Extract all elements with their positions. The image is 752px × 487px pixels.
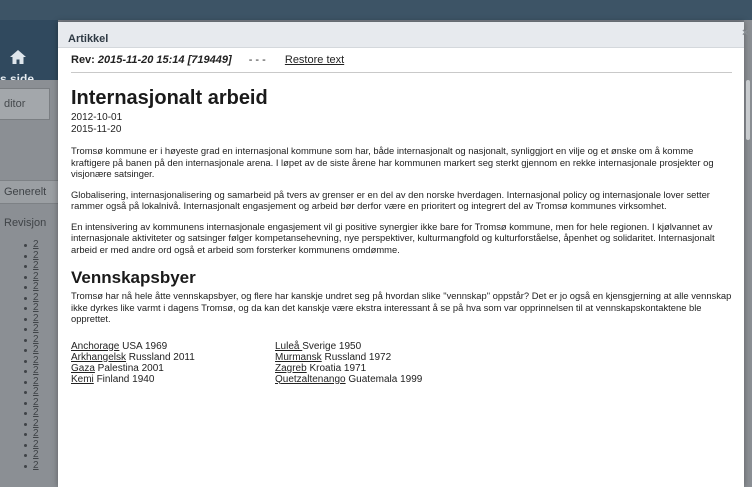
revision-item[interactable]: 2 [24,407,39,419]
revision-item[interactable]: 2 [24,449,39,461]
city-entry: Gaza Palestina 2001 [71,363,275,374]
revision-info: Rev: 2015-11-20 15:14 [719449] - - - Res… [71,48,732,73]
city-info: Finland 1940 [93,373,155,385]
section-paragraph: Tromsø har nå hele åtte vennskapsbyer, o… [71,290,732,324]
sister-cities-right: Luleå Sverige 1950 Murmansk Russland 197… [275,341,479,385]
revision-item[interactable]: 2 [24,365,39,377]
article-paragraph: Tromsø kommune er i høyeste grad en inte… [71,145,714,179]
city-info: Russland 1972 [321,351,392,363]
city-link[interactable]: Luleå [275,341,302,352]
close-icon[interactable]: × [742,27,752,41]
tab-editor[interactable]: ditor [0,88,50,120]
city-info: Kroatia 1971 [306,362,367,374]
article-paragraph: Globalisering, internasjonalisering og s… [71,188,710,212]
restore-text-link[interactable]: Restore text [285,54,344,66]
section-title: Vennskapsbyer [71,268,196,287]
city-link[interactable]: Zagreb [275,363,307,374]
city-link[interactable]: Quetzaltenango [275,374,346,385]
city-link[interactable]: Gaza [71,363,95,374]
revision-value: 2015-11-20 15:14 [719449] [97,54,232,66]
revision-item[interactable]: 2 [24,302,39,314]
revision-item[interactable]: 2 [24,386,39,398]
revision-item[interactable]: 2 [24,323,39,335]
date-updated: 2015-11-20 [71,124,122,135]
article-modal: Artikkel Rev: 2015-11-20 15:14 [719449] … [58,22,744,487]
revision-item[interactable]: 2 [24,239,39,251]
sister-cities: Anchorage USA 1969 Arkhangelsk Russland … [71,341,732,385]
city-link[interactable]: Arkhangelsk [71,352,126,363]
date-created: 2012-10-01 [71,112,123,123]
article-title: Internasjonalt arbeid [71,87,268,109]
sister-cities-left: Anchorage USA 1969 Arkhangelsk Russland … [71,341,275,385]
city-entry: Murmansk Russland 1972 [275,352,479,363]
revision-item[interactable]: 2 [24,260,39,272]
city-link[interactable]: Kemi [71,374,94,385]
city-entry: Zagreb Kroatia 1971 [275,363,479,374]
modal-body: Rev: 2015-11-20 15:14 [719449] - - - Res… [58,48,744,385]
city-info: Sverige 1950 [302,340,362,352]
city-entry: Quetzaltenango Guatemala 1999 [275,374,479,385]
revisjon-label: Revisjon [4,217,47,229]
article-paragraph: En intensivering av kommunens internasjo… [71,220,715,255]
city-link[interactable]: Murmansk [275,352,322,363]
background-left-panel [0,80,58,487]
city-info: Guatemala 1999 [345,373,423,385]
background-sidebar: s side [0,20,58,86]
modal-title: Artikkel [68,33,109,45]
city-entry: Arkhangelsk Russland 2011 [71,352,275,363]
revision-separator: - - - [248,54,266,66]
home-icon[interactable] [10,50,26,64]
revision-item[interactable]: 2 [24,344,39,356]
revision-item[interactable]: 2 [24,460,39,472]
city-info: USA 1969 [119,340,168,352]
modal-header: Artikkel [58,22,744,48]
revision-item[interactable]: 2 [24,281,39,293]
city-entry: Luleå Sverige 1950 [275,341,479,352]
city-link[interactable]: Anchorage [71,341,119,352]
city-info: Russland 2011 [126,351,195,363]
city-entry: Anchorage USA 1969 [71,341,275,352]
background-topbar [0,0,752,20]
city-entry: Kemi Finland 1940 [71,374,275,385]
revision-list: 2 2 2 2 2 2 2 2 2 2 2 2 2 2 2 2 2 2 2 2 … [24,239,39,472]
scrollbar[interactable] [746,80,750,140]
tab-generelt[interactable]: Generelt [0,180,58,204]
revision-item[interactable]: 2 [24,428,39,440]
city-info: Palestina 2001 [94,362,164,374]
article-dates: 2012-10-01 2015-11-20 [71,112,732,136]
revision-label: Rev: [71,54,95,66]
